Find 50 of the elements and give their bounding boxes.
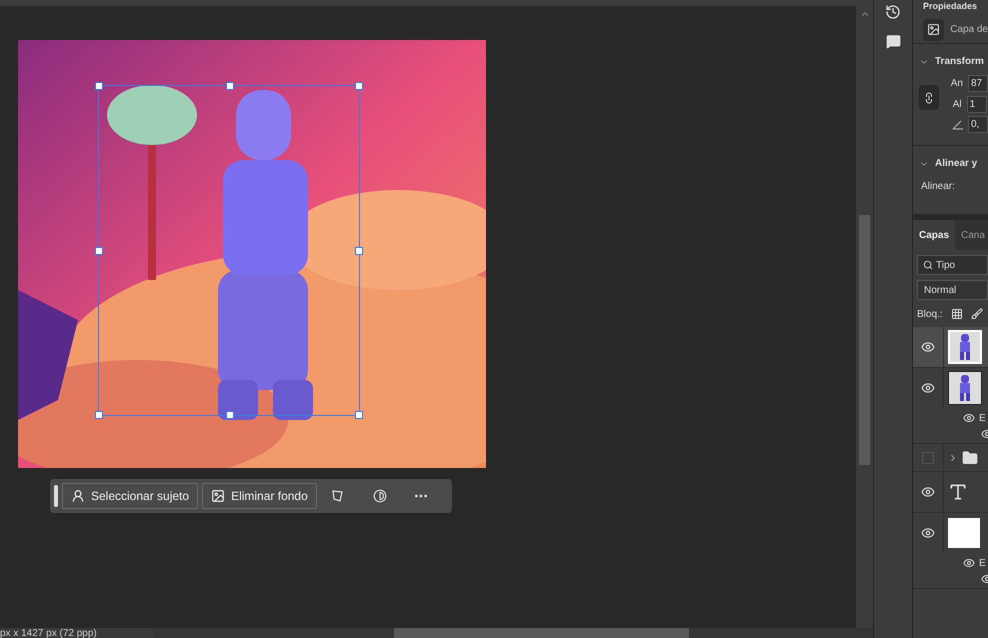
blend-mode-dropdown[interactable]: Normal (917, 280, 988, 300)
link-button[interactable] (919, 85, 939, 110)
person-icon (71, 489, 85, 503)
visibility-icon[interactable] (963, 412, 975, 424)
layer-row[interactable] (913, 327, 988, 367)
visibility-toggle[interactable] (922, 452, 934, 464)
transform-icon[interactable] (330, 489, 345, 503)
folder-icon (962, 450, 978, 466)
horizontal-scrollbar[interactable] (154, 628, 873, 638)
effects-label: E (979, 412, 986, 426)
visibility-icon[interactable] (921, 485, 935, 499)
drag-handle[interactable] (54, 485, 58, 507)
text-layer-icon (948, 482, 968, 502)
visibility-icon[interactable] (921, 526, 935, 540)
visibility-icon[interactable] (921, 381, 935, 395)
effects-label: E (979, 556, 986, 570)
comment-icon[interactable] (886, 34, 900, 49)
scrollbar-thumb[interactable] (859, 215, 870, 465)
lock-label: Bloq.: (917, 308, 943, 322)
history-icon[interactable] (885, 4, 901, 20)
width-field[interactable]: 87 (968, 75, 988, 92)
layer-type-label: Capa de (950, 23, 988, 37)
figure-icon (957, 334, 973, 360)
section-title: Transform (935, 55, 984, 69)
search-icon (923, 260, 933, 270)
height-label: Al (952, 98, 962, 112)
select-subject-button[interactable]: Seleccionar sujeto (62, 483, 198, 509)
layer-filter-field[interactable]: Tipo (917, 255, 988, 275)
vertical-scrollbar[interactable] (856, 6, 873, 628)
section-title: Alinear y (935, 157, 978, 171)
transform-box[interactable] (98, 85, 360, 416)
image-icon (211, 489, 226, 503)
layer-type-icon (923, 18, 944, 40)
angle-icon (952, 120, 964, 130)
align-label: Alinear: (920, 180, 956, 194)
height-field[interactable]: 1 (966, 96, 987, 113)
panel-title: Propiedades (923, 1, 978, 12)
lock-transparency-icon[interactable] (950, 308, 963, 320)
panel-tab[interactable]: Cana (955, 220, 988, 250)
angle-field[interactable]: 0, (968, 116, 988, 133)
figure-icon (957, 375, 973, 401)
adjustment-icon[interactable] (372, 489, 387, 503)
panel-tab[interactable]: Capas (913, 220, 956, 250)
remove-background-button[interactable]: Eliminar fondo (202, 483, 317, 509)
visibility-icon[interactable] (963, 557, 975, 569)
lock-paint-icon[interactable] (970, 308, 983, 320)
document-info: px x 1427 px (72 ppp) (0, 628, 98, 638)
visibility-icon[interactable] (921, 340, 935, 354)
width-label: An (950, 77, 963, 91)
layer-thumbnail (948, 518, 980, 548)
